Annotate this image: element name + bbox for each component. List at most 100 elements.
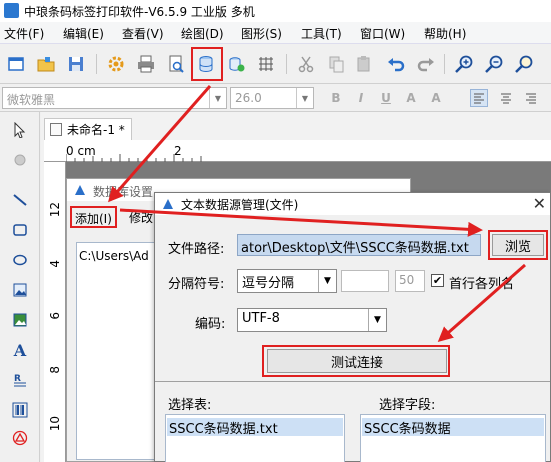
document-tab[interactable]: 未命名-1 * xyxy=(44,118,132,140)
print-icon[interactable] xyxy=(134,52,158,76)
font-toolbar: 微软雅黑 ▼ 26.0 ▼ B I U A A xyxy=(0,84,551,112)
list-item[interactable]: SSCC条码数据 xyxy=(362,418,544,437)
rich-text-tool-icon[interactable]: R xyxy=(8,368,32,392)
align-left-icon[interactable] xyxy=(470,89,488,107)
print-preview-icon[interactable] xyxy=(164,52,188,76)
superscript-icon[interactable]: A xyxy=(402,89,420,107)
bold-icon[interactable]: B xyxy=(327,89,345,107)
divider xyxy=(155,381,550,382)
line-tool-icon[interactable] xyxy=(8,188,32,212)
ruler-label: 8 xyxy=(48,366,62,374)
separator-label: 分隔符号: xyxy=(168,277,225,292)
zoom-out-icon[interactable] xyxy=(482,52,506,76)
picture-tool-icon[interactable] xyxy=(8,308,32,332)
menu-view[interactable]: 查看(V) xyxy=(122,25,164,42)
zoom-fit-icon[interactable] xyxy=(512,52,536,76)
close-icon[interactable]: ✕ xyxy=(533,194,546,213)
subscript-icon[interactable]: A xyxy=(427,89,445,107)
menu-window[interactable]: 窗口(W) xyxy=(360,25,405,42)
tool-panel: A R xyxy=(0,112,40,462)
image-tool-icon[interactable] xyxy=(8,278,32,302)
menu-draw[interactable]: 绘图(D) xyxy=(181,25,224,42)
select-table-label: 选择表: xyxy=(168,398,212,413)
redo-icon[interactable] xyxy=(414,52,438,76)
title-bar: 中琅条码标签打印软件-V6.5.9 工业版 多机 xyxy=(0,0,551,22)
menu-edit[interactable]: 编辑(E) xyxy=(63,25,104,42)
encoding-value: UTF-8 xyxy=(242,311,280,326)
first-row-checkbox[interactable]: ✔ xyxy=(431,274,444,287)
text-tool-icon[interactable]: A xyxy=(8,338,32,362)
undo-icon[interactable] xyxy=(384,52,408,76)
datasource-list[interactable]: C:\Users\Ad xyxy=(76,242,166,460)
highlight-box xyxy=(488,230,548,260)
copy-icon[interactable] xyxy=(324,52,348,76)
align-center-icon[interactable] xyxy=(497,89,515,107)
text-datasource-dialog: 文本数据源管理(文件) ✕ 文件路径: ator\Desktop\文件\SSCC… xyxy=(154,192,551,462)
field-list[interactable]: SSCC条码数据 xyxy=(360,414,546,462)
encoding-select[interactable]: UTF-8 ▼ xyxy=(237,308,387,332)
font-name-value: 微软雅黑 xyxy=(7,93,56,107)
ruler-label: 4 xyxy=(48,260,62,268)
font-size-value: 26.0 xyxy=(235,91,262,105)
app-logo-icon xyxy=(163,199,173,209)
edit-button[interactable]: 修改 xyxy=(129,209,153,226)
paste-icon[interactable] xyxy=(352,52,376,76)
highlight-box xyxy=(262,345,450,377)
first-row-label: 首行各列名 xyxy=(449,277,515,292)
list-item[interactable]: C:\Users\Ad xyxy=(79,249,149,263)
ruler-label: 6 xyxy=(48,312,62,320)
chevron-down-icon[interactable]: ▼ xyxy=(209,88,226,108)
open-icon[interactable] xyxy=(34,52,58,76)
menu-bar: 文件(F) 编辑(E) 查看(V) 绘图(D) 图形(S) 工具(T) 窗口(W… xyxy=(0,22,551,44)
file-path-field[interactable]: ator\Desktop\文件\SSCC条码数据.txt xyxy=(237,234,481,256)
ellipse-tool-icon[interactable] xyxy=(8,248,32,272)
italic-icon[interactable]: I xyxy=(352,89,370,107)
vertical-ruler: 12 4 6 8 10 xyxy=(44,162,66,462)
list-item[interactable]: SSCC条码数据.txt xyxy=(167,418,343,437)
cut-icon[interactable] xyxy=(294,52,318,76)
font-size-combo[interactable]: 26.0 ▼ xyxy=(230,87,314,109)
dialog-title: 文本数据源管理(文件) xyxy=(181,198,299,212)
settings-gear-icon[interactable] xyxy=(104,52,128,76)
dialog-title: 数据库设置 xyxy=(93,185,154,199)
ruler-ticks xyxy=(66,154,202,162)
app-logo-icon xyxy=(75,185,85,195)
encoding-label: 编码: xyxy=(195,317,226,332)
select-field-label: 选择字段: xyxy=(379,398,436,413)
ruler-label: 12 xyxy=(48,202,62,218)
triangle-tool-icon[interactable] xyxy=(8,426,32,450)
menu-shape[interactable]: 图形(S) xyxy=(241,25,282,42)
table-list[interactable]: SSCC条码数据.txt xyxy=(165,414,345,462)
new-icon[interactable] xyxy=(4,52,28,76)
grid-icon[interactable] xyxy=(254,52,278,76)
separator-select[interactable]: 逗号分隔 ▼ xyxy=(237,269,337,293)
separator-value: 逗号分隔 xyxy=(242,276,295,291)
menu-file[interactable]: 文件(F) xyxy=(4,25,44,42)
font-name-combo[interactable]: 微软雅黑 ▼ xyxy=(2,87,227,109)
dialog-title-bar: 文本数据源管理(文件) ✕ xyxy=(155,193,550,215)
chevron-down-icon[interactable]: ▼ xyxy=(368,309,386,331)
window-title: 中琅条码标签打印软件-V6.5.9 工业版 多机 xyxy=(24,5,255,19)
menu-help[interactable]: 帮助(H) xyxy=(424,25,466,42)
underline-icon[interactable]: U xyxy=(377,89,395,107)
rectangle-tool-icon[interactable] xyxy=(8,218,32,242)
barcode-tool-icon[interactable] xyxy=(8,398,32,422)
chevron-down-icon[interactable]: ▼ xyxy=(318,270,336,292)
ruler-label: 10 xyxy=(48,416,62,432)
align-right-icon[interactable] xyxy=(522,89,540,107)
app-icon xyxy=(4,3,19,18)
horizontal-ruler: 0 cm 2 xyxy=(44,140,551,162)
main-toolbar xyxy=(0,44,551,84)
separator-count-field[interactable]: 50 xyxy=(395,270,425,292)
chevron-down-icon[interactable]: ▼ xyxy=(296,88,313,108)
file-path-label: 文件路径: xyxy=(168,242,225,257)
save-icon[interactable] xyxy=(64,52,88,76)
zoom-in-icon[interactable] xyxy=(452,52,476,76)
add-button[interactable]: 添加(I) xyxy=(70,206,117,228)
rotate-icon[interactable] xyxy=(8,148,32,172)
select-pointer-icon[interactable] xyxy=(8,118,32,142)
database-connect-icon[interactable] xyxy=(224,52,248,76)
highlight-box xyxy=(191,47,223,81)
menu-tools[interactable]: 工具(T) xyxy=(301,25,342,42)
custom-separator-field[interactable] xyxy=(341,270,389,292)
